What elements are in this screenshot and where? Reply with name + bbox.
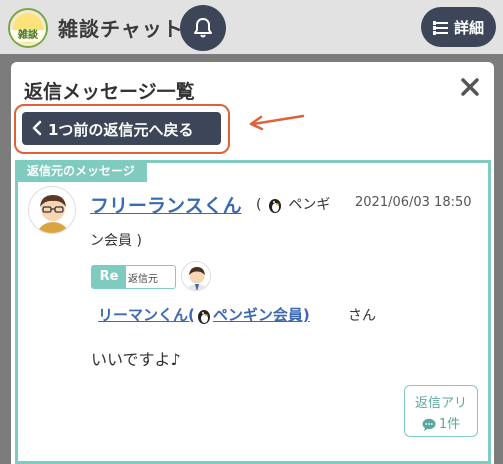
app-title: 雑談チャット — [58, 17, 184, 41]
mentioned-user-link[interactable]: リーマンくん( ペンギン会員) — [98, 304, 310, 325]
logo-text: 雑談 — [10, 30, 46, 42]
penguin-icon — [197, 309, 210, 324]
source-message-tag: 返信元のメッセージ — [15, 160, 147, 182]
message-body: いいですよ♪ — [91, 350, 181, 369]
back-button-highlight: 1つ前の返信元へ戻る — [14, 104, 230, 154]
membership-text: ペンギ — [288, 197, 331, 213]
replies-count: 1件 — [438, 417, 461, 432]
replies-label: 返信アリ — [414, 396, 467, 411]
mention-name-part2: ペンギン会員) — [212, 306, 310, 324]
app-logo[interactable]: 雑談 — [8, 8, 48, 48]
avatar-icon — [187, 267, 207, 290]
chevron-left-icon — [32, 120, 42, 136]
mention-suffix: さん — [348, 308, 376, 324]
detail-button[interactable]: 詳細 — [421, 7, 496, 47]
source-message-card: 返信元のメッセージ フリーランスくん ( ペンギ 2021/06/03 18:5 — [15, 160, 491, 464]
mention-name-part1: リーマンくん( — [98, 306, 195, 324]
membership-open-paren: ( — [256, 197, 262, 213]
membership-text-continued: ン会員 ) — [90, 233, 142, 249]
modal-title: 返信メッセージ一覧 — [24, 81, 195, 103]
reply-list-modal: 返信メッセージ一覧 1つ前の返信元へ戻る 返信元のメッセージ フリーランスくん … — [11, 62, 494, 464]
detail-button-label: 詳細 — [454, 19, 485, 37]
close-icon — [461, 78, 479, 96]
annotation-arrow-icon — [249, 114, 305, 130]
close-button[interactable] — [458, 75, 482, 99]
re-label: Re — [92, 266, 126, 288]
reply-source-badge[interactable]: Re 返信元 — [91, 265, 176, 289]
penguin-icon — [268, 199, 281, 213]
avatar-icon — [37, 195, 69, 233]
reply-source-avatar[interactable] — [181, 261, 211, 291]
re-source-label: 返信元 — [128, 274, 158, 285]
replies-count-row: 1件 — [405, 413, 477, 432]
notification-button[interactable] — [180, 5, 226, 51]
back-button-label: 1つ前の返信元へ戻る — [48, 121, 194, 139]
list-icon — [433, 21, 448, 35]
back-to-previous-source-button[interactable]: 1つ前の返信元へ戻る — [22, 112, 221, 145]
top-bar: 雑談 雑談チャット 詳細 — [0, 0, 503, 54]
replies-button[interactable]: 返信アリ 1件 — [404, 385, 478, 437]
author-membership: ( ペンギ — [256, 194, 330, 214]
speech-bubble-icon — [422, 418, 436, 431]
author-name-link[interactable]: フリーランスくん — [90, 191, 242, 218]
message-timestamp: 2021/06/03 18:50 — [355, 195, 472, 210]
author-avatar[interactable] — [28, 186, 76, 234]
bell-icon — [194, 18, 212, 38]
